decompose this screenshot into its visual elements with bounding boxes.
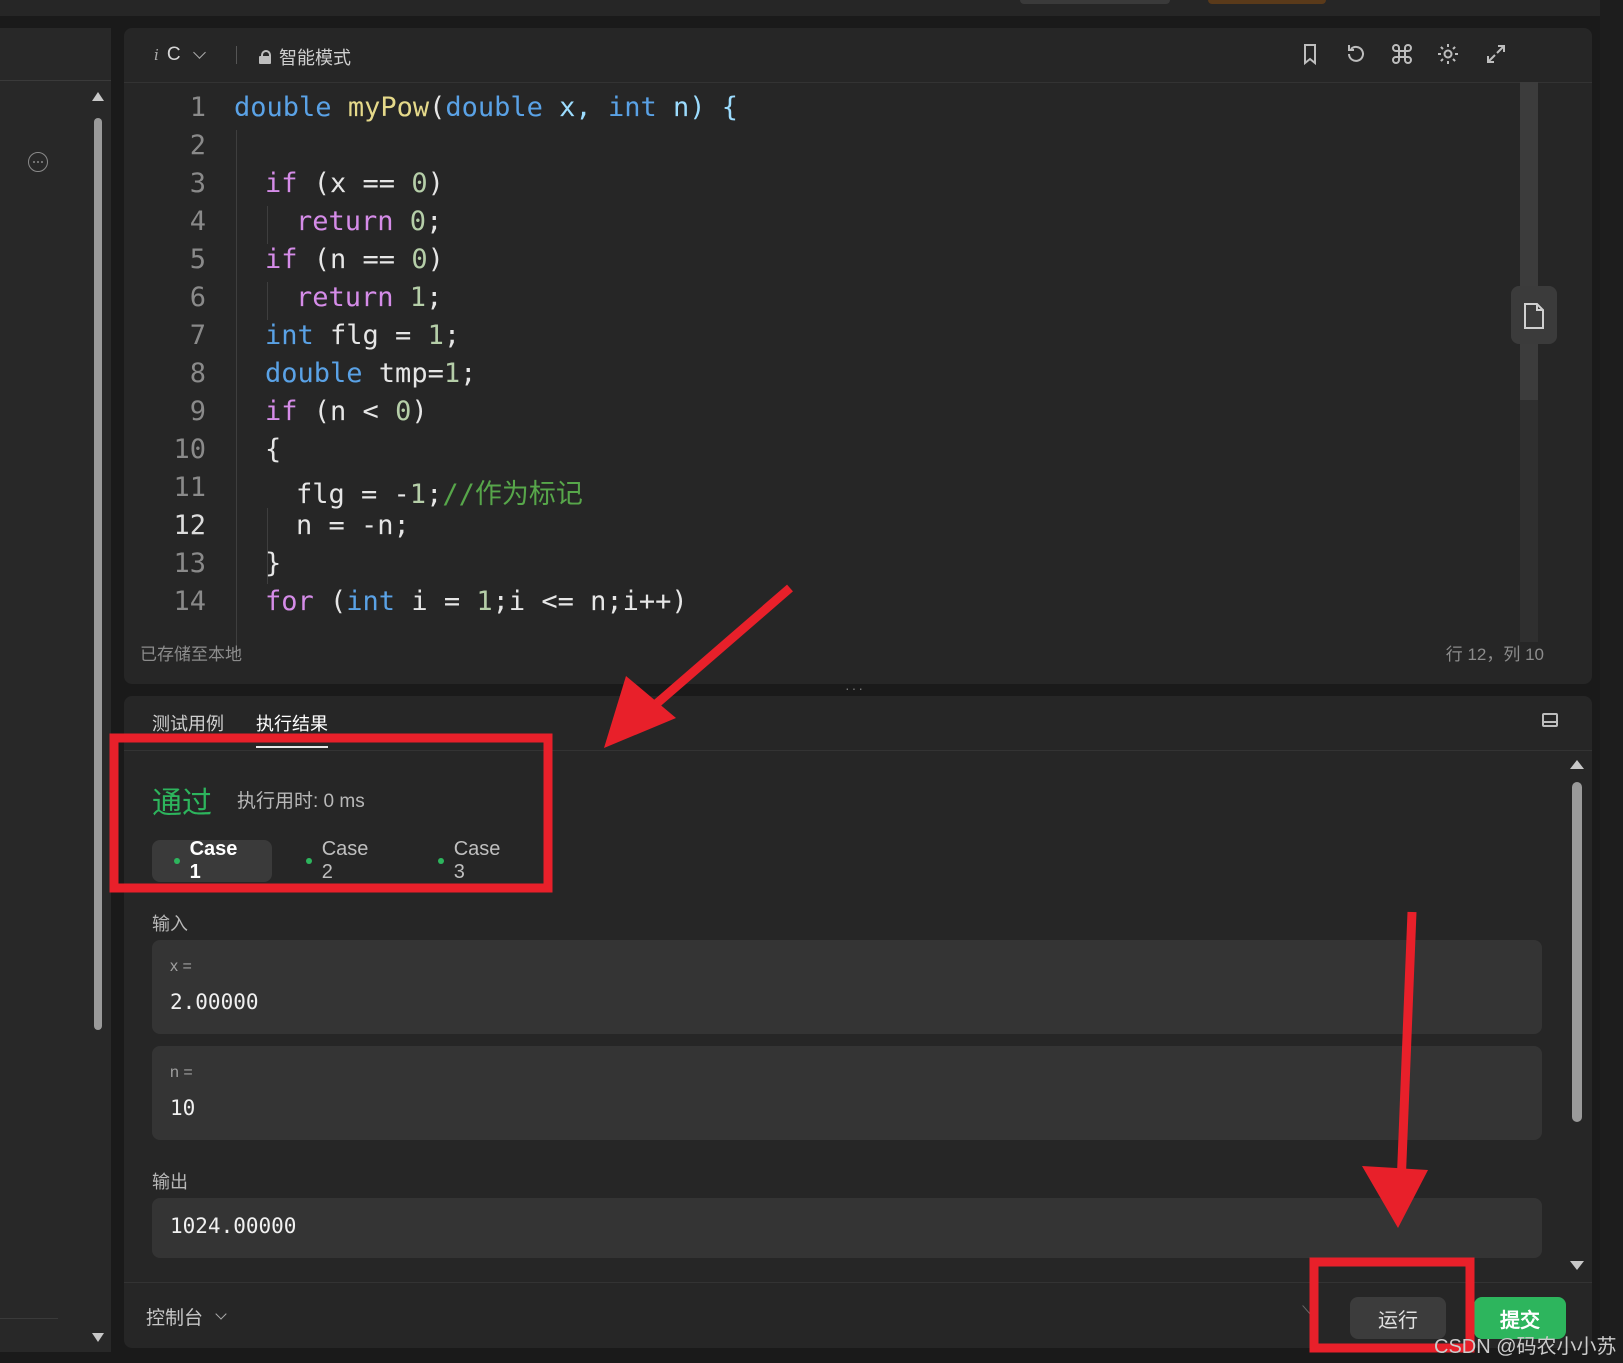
line-number: 1 — [189, 92, 206, 123]
input-box-n: n = 10 — [152, 1046, 1542, 1140]
code-line: 10 { — [124, 434, 1564, 472]
scroll-down-arrow-icon[interactable] — [1570, 1261, 1584, 1270]
command-icon[interactable] — [1390, 42, 1416, 68]
output-box: 1024.00000 — [152, 1198, 1542, 1258]
toolbar-divider — [236, 46, 237, 64]
line-number: 10 — [173, 434, 206, 465]
chevron-down-icon — [215, 1308, 227, 1320]
watermark: CSDN @码农小小苏 — [1434, 1336, 1617, 1358]
expand-icon[interactable] — [1484, 42, 1510, 68]
case-tab-1[interactable]: Case 1 — [152, 838, 272, 883]
top-tab-hint-accent — [1208, 0, 1326, 4]
line-number: 2 — [189, 130, 206, 161]
scrollbar-thumb[interactable] — [94, 118, 102, 1030]
line-number: 7 — [189, 320, 206, 351]
line-number: 14 — [173, 586, 206, 617]
result-tabs: 测试用例 执行结果 — [124, 696, 1592, 751]
smart-mode-toggle[interactable]: 智能模式 — [259, 44, 351, 70]
output-value: 1024.00000 — [170, 1214, 297, 1238]
left-panel-bottom-divider — [0, 1318, 58, 1319]
left-panel-divider — [0, 80, 111, 81]
case-tab-2[interactable]: Case 2 — [284, 838, 404, 883]
editor-scrollbar[interactable] — [1520, 82, 1538, 642]
panel-resize-handle[interactable]: ··· — [845, 680, 865, 696]
line-number: 5 — [189, 244, 206, 275]
code-editor-panel: i C 智能模式 1 double myPow(double x, int n)… — [124, 28, 1592, 684]
result-status: 通过 — [152, 787, 212, 820]
code-line: 9 if (n < 0) — [124, 396, 1564, 434]
line-number: 13 — [173, 548, 206, 579]
left-panel-scrollbar[interactable] — [92, 92, 104, 1342]
line-number: 12 — [173, 510, 206, 541]
partially-hidden-control: ⟍ — [1302, 1303, 1316, 1325]
input-label: 输入 — [152, 914, 188, 934]
code-line: 4 return 0; — [124, 206, 1564, 244]
tab-testcases[interactable]: 测试用例 — [152, 710, 224, 736]
line-number: 9 — [189, 396, 206, 427]
mode-label: 智能模式 — [279, 48, 351, 68]
input-box-x: x = 2.00000 — [152, 940, 1542, 1034]
save-status: 已存储至本地 — [140, 645, 242, 664]
reset-icon[interactable] — [1344, 42, 1370, 68]
editor-toolbar: i C 智能模式 — [124, 28, 1592, 83]
cursor-position: 行 12，列 10 — [1445, 645, 1544, 664]
line-number: 11 — [173, 472, 206, 503]
code-line: 3 if (x == 0) — [124, 168, 1564, 206]
console-toggle[interactable]: 控制台 — [146, 1303, 227, 1330]
result-panel: 测试用例 执行结果 通过 执行用时: 0 ms Case 1 Case 2 Ca… — [124, 696, 1592, 1348]
code-line: 5 if (n == 0) — [124, 244, 1564, 282]
editor-scrollbar-thumb[interactable] — [1520, 82, 1538, 400]
editor-status-bar: 已存储至本地 行 12，列 10 — [124, 630, 1564, 670]
window-edge — [1600, 0, 1623, 1363]
input-value: 2.00000 — [170, 990, 259, 1014]
scroll-up-arrow-icon[interactable] — [92, 92, 104, 101]
code-line: 13 } — [124, 548, 1564, 586]
code-line-current: 12 n = -n; — [124, 510, 1564, 548]
more-options-icon[interactable] — [28, 152, 48, 172]
line-number: 4 — [189, 206, 206, 237]
runtime: 执行用时: 0 ms — [237, 791, 365, 812]
pass-dot-icon — [306, 858, 312, 864]
result-scrollbar[interactable] — [1570, 760, 1584, 1270]
gear-icon[interactable] — [1436, 42, 1462, 68]
language-label: C — [166, 44, 181, 65]
line-number: 3 — [189, 168, 206, 199]
code-line: 1 double myPow(double x, int n) { — [124, 92, 1564, 130]
code-line: 6 return 1; — [124, 282, 1564, 320]
tab-run-result[interactable]: 执行结果 — [256, 710, 328, 748]
result-scrollbar-thumb[interactable] — [1572, 782, 1582, 1122]
output-label: 输出 — [152, 1172, 188, 1192]
scroll-up-arrow-icon[interactable] — [1570, 760, 1584, 769]
scroll-down-arrow-icon[interactable] — [92, 1333, 104, 1342]
code-area[interactable]: 1 double myPow(double x, int n) { 2 3 if… — [124, 92, 1564, 662]
code-line: 7 int flg = 1; — [124, 320, 1564, 358]
input-value: 10 — [170, 1096, 196, 1120]
chevron-down-icon — [192, 46, 206, 59]
top-bar — [0, 0, 1623, 16]
language-selector[interactable]: i C — [154, 44, 206, 66]
pass-dot-icon — [438, 858, 444, 864]
code-line: 2 — [124, 130, 1564, 168]
layout-icon[interactable] — [1542, 713, 1558, 727]
code-line: 8 double tmp=1; — [124, 358, 1564, 396]
line-number: 6 — [189, 282, 206, 313]
top-tab-hint — [1020, 0, 1170, 4]
result-footer: 控制台 ⟍ 运行 提交 — [124, 1282, 1592, 1348]
file-icon[interactable] — [1511, 286, 1557, 344]
run-button[interactable]: 运行 — [1350, 1297, 1446, 1339]
line-number: 8 — [189, 358, 206, 389]
pass-dot-icon — [174, 858, 180, 864]
code-line: 11 flg = -1;//作为标记 — [124, 472, 1564, 510]
case-tab-3[interactable]: Case 3 — [416, 838, 536, 883]
bookmark-icon[interactable] — [1298, 42, 1324, 68]
lock-icon — [259, 50, 271, 64]
code-line: 14 for (int i = 1;i <= n;i++) — [124, 586, 1564, 624]
language-icon: i — [154, 46, 159, 64]
